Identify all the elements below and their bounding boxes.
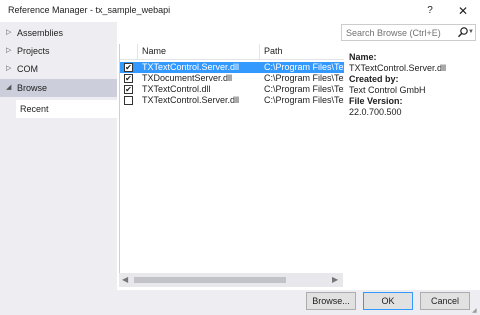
row-path: C:\Program Files\Tex <box>264 62 344 72</box>
column-header-path[interactable]: Path <box>264 46 283 56</box>
row-path: C:\Program Files\Tex <box>264 95 344 105</box>
row-path: C:\Program Files\Tex <box>264 84 344 94</box>
sidebar-item-label: Assemblies <box>17 28 64 38</box>
column-header-name[interactable]: Name <box>142 46 166 56</box>
close-button[interactable]: ✕ <box>455 3 471 19</box>
cancel-button[interactable]: Cancel <box>420 292 470 310</box>
scrollbar-thumb[interactable] <box>134 277 286 283</box>
chevron-down-icon[interactable]: ▼ <box>468 26 474 39</box>
horizontal-scrollbar[interactable]: ◀ ▶ <box>119 273 343 287</box>
row-path: C:\Program Files\Tex <box>264 73 344 83</box>
sidebar-item-label: COM <box>17 64 38 74</box>
file-version-label: File Version: <box>349 96 403 106</box>
expand-arrow-icon: ▷ <box>6 29 12 36</box>
scroll-right-icon[interactable]: ▶ <box>332 275 338 284</box>
sidebar-item-browse[interactable]: ◢ Browse <box>0 79 117 97</box>
row-checkbox[interactable]: ✔ <box>124 63 133 72</box>
column-headers: Name Path <box>120 44 344 60</box>
window-title: Reference Manager - tx_sample_webapi <box>8 5 171 15</box>
scroll-left-icon[interactable]: ◀ <box>122 275 128 284</box>
expand-arrow-icon: ▷ <box>6 47 12 54</box>
collapse-arrow-icon: ◢ <box>6 84 12 91</box>
name-label: Name: <box>349 52 377 62</box>
sidebar: ▷ Assemblies ▷ Projects ▷ COM ◢ Browse R… <box>0 22 117 290</box>
sidebar-item-recent[interactable]: Recent <box>16 100 117 118</box>
browse-button[interactable]: Browse... <box>306 292 356 310</box>
search-input[interactable] <box>342 25 454 40</box>
sidebar-item-projects[interactable]: ▷ Projects <box>0 42 117 60</box>
ok-button[interactable]: OK <box>363 292 413 310</box>
column-divider[interactable] <box>259 44 260 60</box>
table-row[interactable]: ✔ TXTextControl.Server.dll C:\Program File… <box>120 62 344 73</box>
sidebar-item-label: Recent <box>20 104 49 114</box>
expand-arrow-icon: ▷ <box>6 65 12 72</box>
row-checkbox[interactable] <box>124 96 133 105</box>
column-divider[interactable] <box>137 44 138 60</box>
sidebar-item-label: Projects <box>17 46 50 56</box>
resize-grip-icon[interactable]: ◢ <box>472 307 477 314</box>
help-button[interactable]: ? <box>422 3 438 19</box>
created-by-value: Text Control GmbH <box>349 85 426 95</box>
row-name: TXTextControl.Server.dll <box>142 62 240 72</box>
title-bar: Reference Manager - tx_sample_webapi ? ✕ <box>0 0 480 22</box>
sidebar-item-com[interactable]: ▷ COM <box>0 60 117 78</box>
table-row[interactable]: ✔ TXDocumentServer.dll C:\Program Files\Te… <box>120 73 344 84</box>
table-row[interactable]: TXTextControl.Server.dll C:\Program Files… <box>120 95 344 106</box>
file-version-value: 22.0.700.500 <box>349 107 402 117</box>
row-name: TXTextControl.Server.dll <box>142 95 240 105</box>
table-row[interactable]: ✔ TXTextControl.dll C:\Program Files\Tex <box>120 84 344 95</box>
row-name: TXDocumentServer.dll <box>142 73 233 83</box>
row-name: TXTextControl.dll <box>142 84 211 94</box>
created-by-label: Created by: <box>349 74 399 84</box>
row-checkbox[interactable]: ✔ <box>124 85 133 94</box>
sidebar-item-label: Browse <box>17 83 48 93</box>
search-box[interactable]: ▼ <box>341 24 476 41</box>
name-value: TXTextControl.Server.dll <box>349 63 447 73</box>
sidebar-item-assemblies[interactable]: ▷ Assemblies <box>0 24 117 42</box>
row-checkbox[interactable]: ✔ <box>124 74 133 83</box>
reference-list: Name Path ✔ TXTextControl.Server.dll C:\Pr… <box>119 44 344 287</box>
